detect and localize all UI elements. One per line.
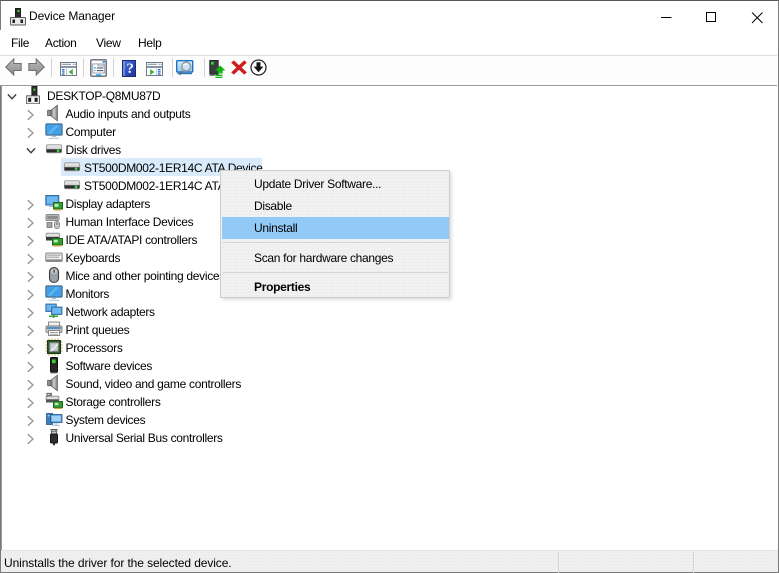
svg-text:?: ? (126, 61, 133, 77)
